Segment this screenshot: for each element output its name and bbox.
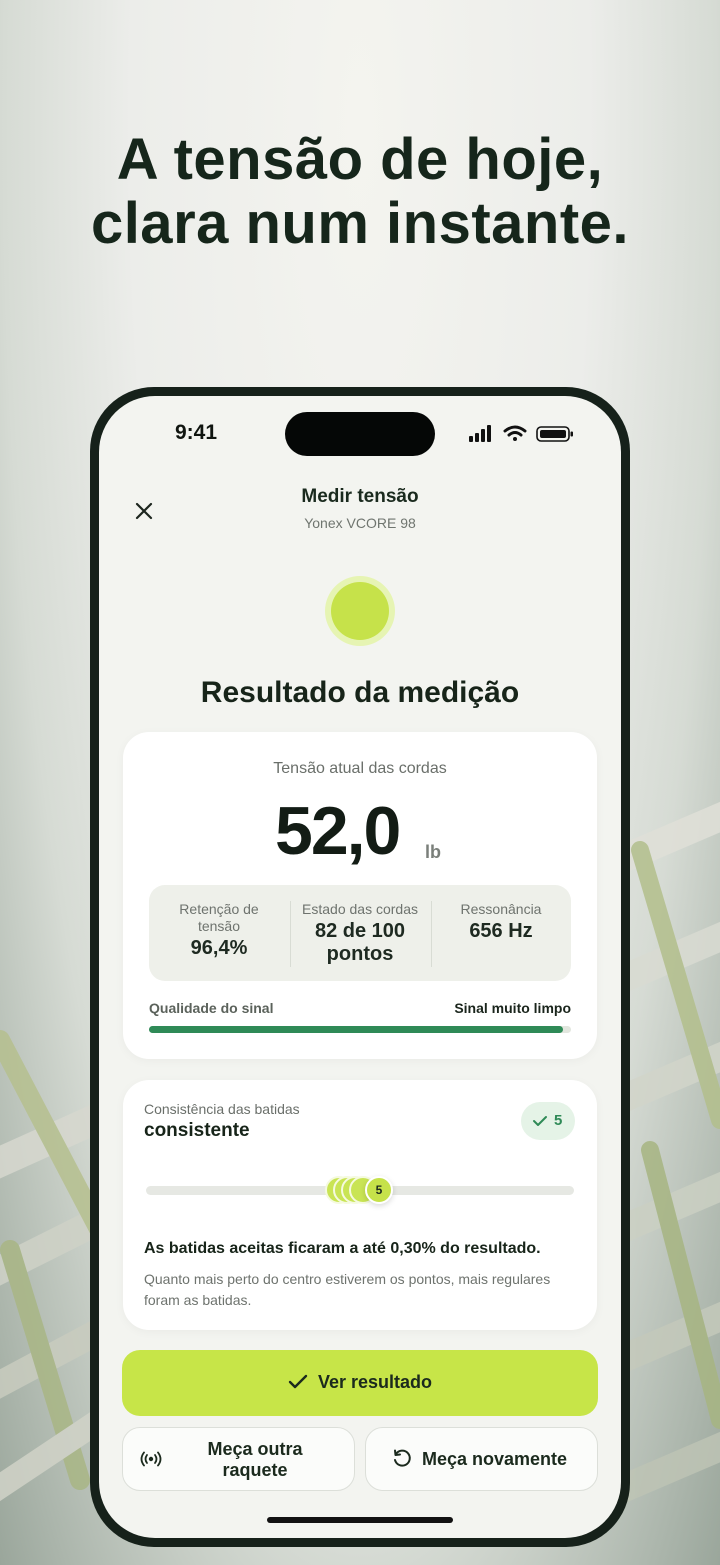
- tension-label: Tensão atual das cordas: [273, 760, 447, 777]
- phone-screen: 9:41 Medir tensão Yonex VCORE 98 Resulta…: [99, 396, 621, 1538]
- see-result-label: Ver resultado: [318, 1372, 433, 1392]
- measure-other-racket-label: Meça outra raquete: [207, 1439, 303, 1480]
- tension-unit: lb: [425, 842, 441, 862]
- tension-card: Tensão atual das cordas 52,0 lb Retenção…: [123, 732, 597, 1059]
- consistency-description: Quanto mais perto do centro estiverem os…: [144, 1271, 551, 1308]
- signal-quality-bar: [149, 1026, 571, 1033]
- stat-label: Estado das cordas: [302, 901, 418, 917]
- headline-line-2: clara num instante.: [90, 191, 630, 256]
- stat-label: Retenção de tensão: [179, 901, 259, 934]
- consistency-card: Consistência das batidas consistente 5 5…: [123, 1080, 597, 1330]
- tension-value: 52,0: [275, 793, 401, 869]
- check-icon: [533, 1116, 547, 1126]
- home-indicator[interactable]: [267, 1517, 453, 1523]
- status-icons: [469, 425, 573, 442]
- broadcast-icon: [140, 1451, 162, 1467]
- consistency-value: consistente: [144, 1120, 250, 1141]
- hit-dot-count: 5: [365, 1176, 393, 1204]
- stat-label: Ressonância: [460, 901, 542, 917]
- stats-panel: Retenção de tensão 96,4% Estado das cord…: [149, 885, 571, 981]
- see-result-button[interactable]: Ver resultado: [122, 1350, 598, 1416]
- status-time: 9:41: [175, 421, 218, 444]
- consistency-label: Consistência das batidas: [144, 1101, 300, 1117]
- consistency-summary: As batidas aceitas ficaram a até 0,30% d…: [144, 1240, 541, 1257]
- dynamic-island: [285, 412, 435, 456]
- wifi-icon: [503, 425, 527, 441]
- nav-title: Medir tensão: [301, 486, 419, 507]
- result-title: Resultado da medição: [200, 676, 520, 709]
- stat-resonance: Ressonância 656 Hz: [431, 885, 571, 981]
- measure-again-label: Meça novamente: [422, 1449, 568, 1469]
- stat-value: 656 Hz: [469, 920, 533, 942]
- stat-retention: Retenção de tensão 96,4%: [149, 885, 289, 981]
- signal-label: Qualidade do sinal: [149, 1000, 274, 1016]
- signal-value: Sinal muito limpo: [454, 1000, 571, 1016]
- tennis-ball-icon: [325, 576, 395, 646]
- badge-count: 5: [554, 1112, 563, 1129]
- measure-again-button[interactable]: Meça novamente: [365, 1427, 598, 1491]
- headline-line-1: A tensão de hoje,: [116, 127, 604, 192]
- refresh-icon: [394, 1449, 411, 1467]
- stat-value: 96,4%: [190, 937, 248, 959]
- battery-icon: [536, 426, 573, 442]
- stat-string-state: Estado das cordas 82 de 100 pontos: [290, 885, 430, 981]
- cellular-signal-icon: [469, 425, 491, 442]
- stat-value: 82 de 100 pontos: [314, 920, 406, 965]
- headline: A tensão de hoje, clara num instante.: [0, 128, 720, 256]
- hit-count-badge: 5: [521, 1102, 575, 1140]
- signal-quality-fill: [149, 1026, 563, 1033]
- nav-subtitle: Yonex VCORE 98: [304, 515, 416, 531]
- measure-other-racket-button[interactable]: Meça outra raquete: [122, 1427, 355, 1491]
- check-icon: [288, 1374, 308, 1389]
